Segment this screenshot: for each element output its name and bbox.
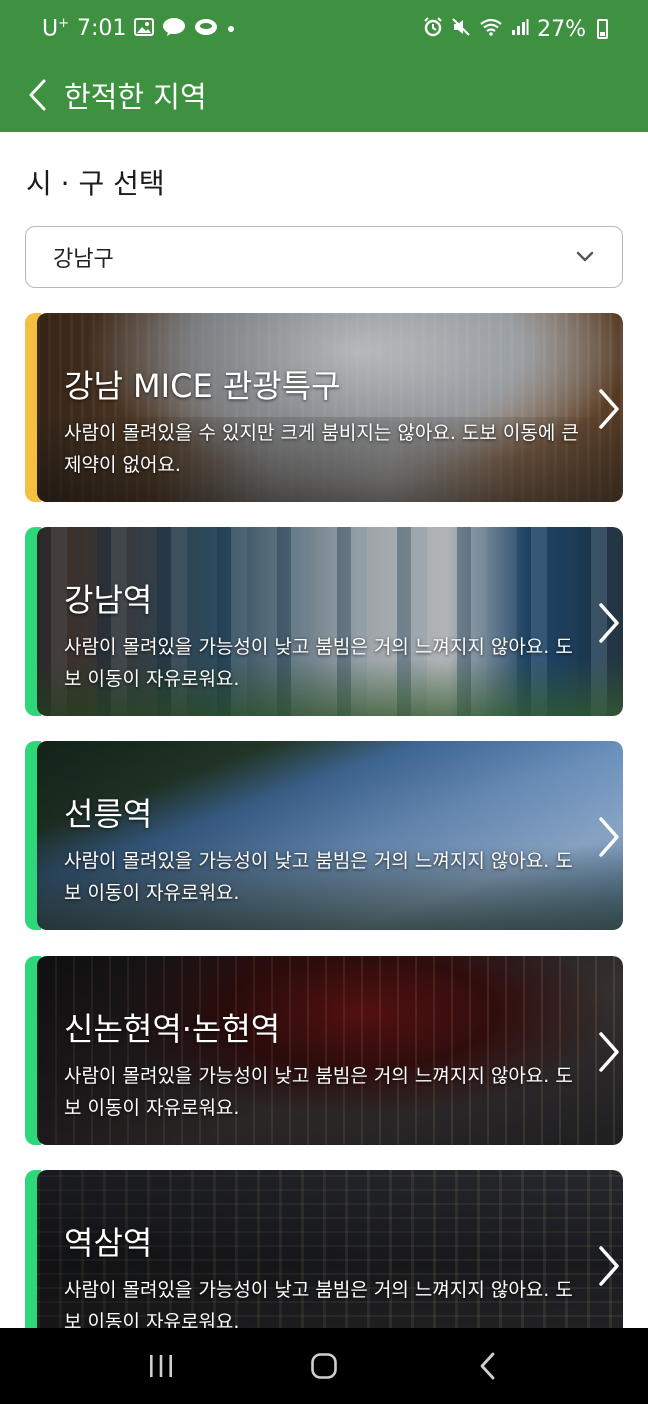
area-card-title: 역삼역	[64, 1224, 153, 1262]
area-card-title: 신논현역·논현역	[64, 1010, 281, 1048]
mute-icon	[451, 17, 471, 41]
carrier-label: U+	[42, 16, 70, 42]
chevron-down-icon	[576, 251, 594, 262]
area-card-title: 강남 MICE 관광특구	[64, 367, 341, 405]
area-card-title: 강남역	[64, 581, 153, 619]
app-bar: 한적한 지역	[0, 58, 648, 132]
more-notifications-dot-icon	[226, 20, 236, 38]
chevron-right-icon	[599, 817, 619, 857]
district-select[interactable]: 강남구	[25, 226, 623, 288]
area-card-mice[interactable]: 강남 MICE 관광특구 사람이 몰려있을 수 있지만 크게 붐비지는 않아요.…	[25, 313, 623, 502]
back-icon	[480, 1352, 495, 1380]
home-icon	[311, 1353, 337, 1379]
area-card-description: 사람이 몰려있을 가능성이 낮고 붐빔은 거의 느껴지지 않아요. 도보 이동이…	[64, 636, 573, 690]
chevron-right-icon	[599, 1032, 619, 1072]
chevron-right-icon	[599, 603, 619, 643]
status-right: 27%	[423, 17, 608, 42]
system-back-button[interactable]	[457, 1336, 517, 1396]
system-nav-bar	[0, 1328, 648, 1404]
district-select-label: 시 · 구 선택	[26, 167, 165, 200]
area-card-description: 사람이 몰려있을 가능성이 낮고 붐빔은 거의 느껴지지 않아요. 도보 이동이…	[64, 850, 573, 904]
chevron-left-icon	[29, 79, 46, 111]
battery-percent: 27%	[537, 16, 586, 42]
area-card-seolleung-station[interactable]: 선릉역 사람이 몰려있을 가능성이 낮고 붐빔은 거의 느껴지지 않아요. 도보…	[25, 741, 623, 930]
status-time: 7:01	[77, 16, 127, 42]
area-card-description: 사람이 몰려있을 가능성이 낮고 붐빔은 거의 느껴지지 않아요. 도보 이동이…	[64, 1065, 573, 1119]
battery-icon	[597, 19, 608, 39]
gallery-notification-icon	[134, 17, 155, 40]
recents-icon	[150, 1355, 173, 1377]
chat-notification-icon	[194, 17, 218, 41]
area-card-description: 사람이 몰려있을 수 있지만 크게 붐비지는 않아요. 도보 이동에 큰 제약이…	[64, 422, 579, 476]
area-card-sinnonhyeon-nonhyeon[interactable]: 신논현역·논현역 사람이 몰려있을 가능성이 낮고 붐빔은 거의 느껴지지 않아…	[25, 956, 623, 1145]
wifi-icon	[479, 17, 503, 41]
alarm-icon	[423, 17, 443, 41]
district-select-value: 강남구	[53, 247, 114, 272]
chevron-right-icon	[599, 389, 619, 429]
chevron-right-icon	[599, 1246, 619, 1286]
recents-button[interactable]	[131, 1336, 191, 1396]
area-card-gangnam-station[interactable]: 강남역 사람이 몰려있을 가능성이 낮고 붐빔은 거의 느껴지지 않아요. 도보…	[25, 527, 623, 716]
top-bar: U+ 7:01 27% 한적한 지역	[0, 0, 648, 132]
page-title: 한적한 지역	[64, 80, 207, 114]
talk-notification-icon	[162, 17, 186, 41]
home-button[interactable]	[294, 1336, 354, 1396]
screen: U+ 7:01 27% 한적한 지역 시 · 구 선택 강남구 강남 MICE …	[0, 0, 648, 1404]
back-button[interactable]	[22, 75, 52, 115]
status-bar: U+ 7:01 27%	[0, 0, 648, 58]
area-card-title: 선릉역	[64, 795, 153, 833]
status-left: U+ 7:01	[42, 16, 236, 42]
signal-icon	[511, 18, 529, 40]
